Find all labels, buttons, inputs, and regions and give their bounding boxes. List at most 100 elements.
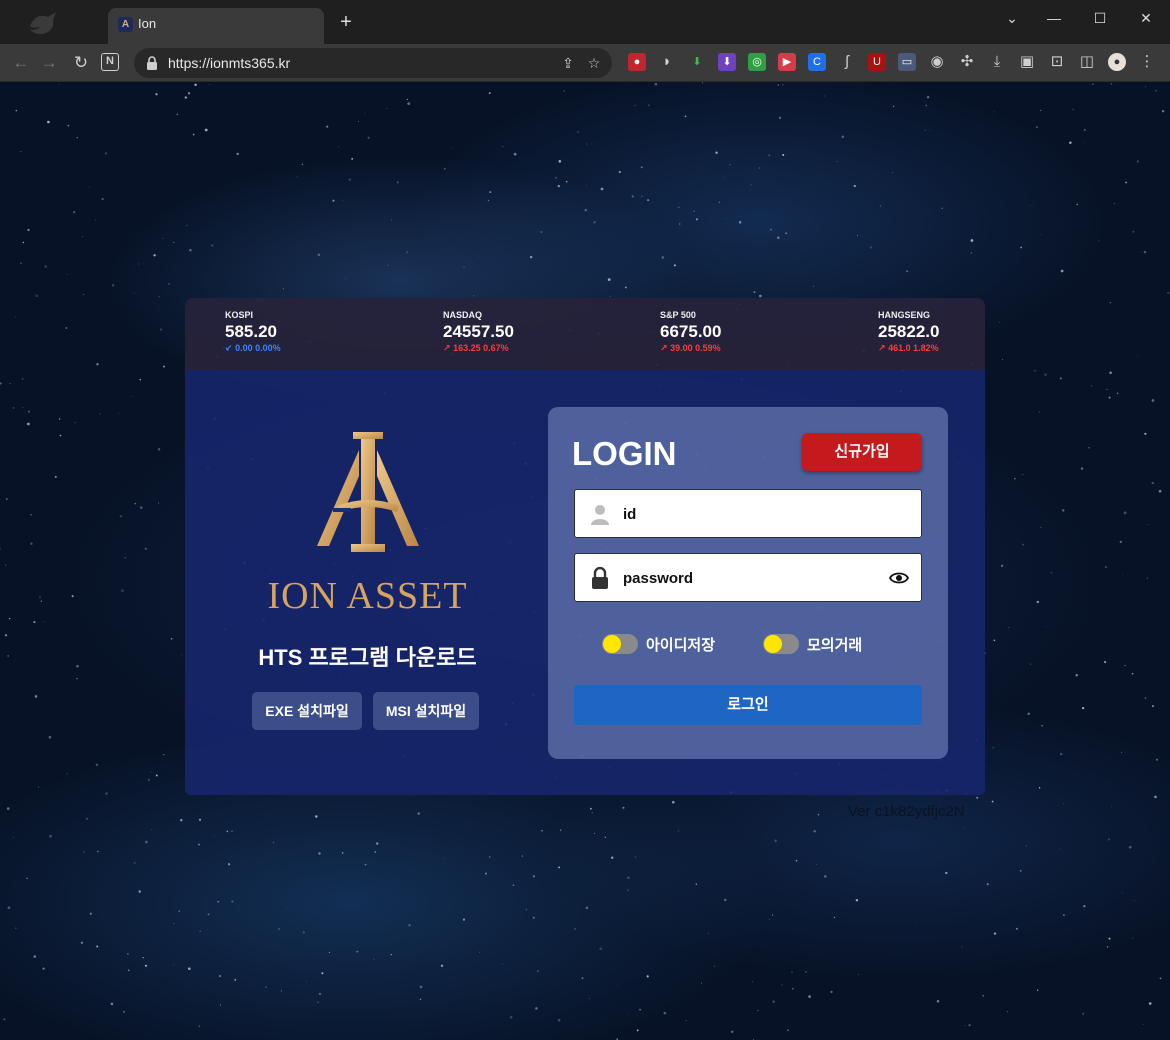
star-dot: [15, 316, 17, 318]
id-field[interactable]: [574, 489, 922, 538]
back-button[interactable]: ←: [8, 50, 34, 76]
login-button[interactable]: 로그인: [574, 685, 922, 725]
eye-icon[interactable]: [889, 568, 909, 588]
reload-button[interactable]: ↻: [68, 50, 94, 76]
star-dot: [97, 850, 99, 853]
extension-red-badge-icon[interactable]: ●: [628, 53, 646, 71]
star-dot: [1151, 705, 1154, 708]
star-dot: [1060, 848, 1061, 850]
star-dot: [993, 639, 996, 642]
star-dot: [311, 997, 313, 999]
video-icon[interactable]: ▣: [1018, 53, 1036, 71]
extension-shield-icon[interactable]: ◗: [658, 53, 676, 71]
star-dot: [373, 958, 375, 960]
downloads-icon[interactable]: ⤓: [988, 53, 1006, 71]
star-dot: [419, 998, 422, 1001]
star-dot: [529, 255, 533, 259]
msi-download-button[interactable]: MSI 설치파일: [373, 692, 479, 730]
extension-c-icon[interactable]: C: [808, 53, 826, 71]
star-dot: [1106, 388, 1108, 391]
extension-download-arrow-icon[interactable]: ⬇: [688, 53, 706, 71]
star-dot: [647, 199, 650, 202]
star-dot: [1146, 577, 1149, 579]
tab-search-chevron-icon[interactable]: ⌄: [998, 8, 1026, 28]
extensions-puzzle-icon[interactable]: ✣: [958, 53, 976, 71]
menu-kebab-icon[interactable]: ⋮: [1138, 53, 1156, 71]
star-dot: [231, 830, 233, 832]
extension-save-icon[interactable]: ⬇: [718, 53, 736, 71]
star-dot: [1061, 509, 1065, 512]
star-dot: [119, 515, 122, 518]
star-dot: [594, 832, 596, 834]
star-dot: [855, 899, 859, 902]
star-dot: [916, 923, 917, 924]
split-view-icon[interactable]: ◫: [1078, 53, 1096, 71]
close-button[interactable]: ✕: [1132, 8, 1160, 28]
star-dot: [589, 807, 592, 810]
forward-button[interactable]: →: [36, 50, 62, 76]
star-dot: [1167, 292, 1169, 294]
bird-icon: [30, 12, 56, 34]
url-text[interactable]: https://ionmts365.kr: [168, 55, 290, 71]
share-icon[interactable]: ⇪: [558, 53, 578, 73]
mock-trade-switch[interactable]: [763, 634, 799, 654]
star-dot: [489, 856, 491, 858]
star-dot: [1144, 86, 1146, 88]
star-dot: [217, 900, 220, 903]
notion-extension-icon[interactable]: N: [101, 53, 119, 71]
star-dot: [785, 232, 788, 235]
star-dot: [738, 221, 742, 224]
maximize-button[interactable]: ☐: [1086, 8, 1114, 28]
star-dot: [1015, 927, 1018, 930]
star-dot: [627, 876, 630, 880]
star-dot: [856, 235, 858, 236]
star-dot: [39, 596, 41, 599]
star-dot: [816, 863, 817, 865]
star-dot: [1022, 473, 1024, 475]
browser-titlebar: A Ion + ⌄ — ☐ ✕: [0, 0, 1170, 44]
star-dot: [724, 176, 726, 178]
star-dot: [646, 975, 649, 978]
star-dot: [1113, 202, 1115, 204]
save-id-switch[interactable]: [602, 634, 638, 654]
star-dot: [627, 1013, 628, 1015]
star-dot: [124, 556, 127, 559]
star-dot: [1059, 377, 1062, 380]
star-dot: [59, 434, 62, 437]
profile-avatar[interactable]: ●: [1108, 53, 1126, 71]
address-bar[interactable]: https://ionmts365.kr ⇪ ☆: [134, 48, 612, 78]
star-dot: [1124, 664, 1126, 667]
camera-icon[interactable]: ◉: [928, 53, 946, 71]
password-input[interactable]: [623, 566, 873, 590]
extension-play-icon[interactable]: ▶: [778, 53, 796, 71]
star-dot: [134, 502, 137, 505]
screenshot-icon[interactable]: ⊡: [1048, 53, 1066, 71]
star-dot: [155, 93, 158, 96]
star-dot: [986, 883, 989, 886]
star-dot: [1059, 752, 1063, 756]
browser-tab[interactable]: A Ion: [108, 8, 324, 44]
exe-download-button[interactable]: EXE 설치파일: [252, 692, 362, 730]
extension-screen-icon[interactable]: ▭: [898, 53, 916, 71]
new-tab-button[interactable]: +: [334, 10, 358, 34]
star-dot: [1109, 301, 1112, 304]
signup-button[interactable]: 신규가입: [802, 433, 922, 471]
minimize-button[interactable]: —: [1040, 8, 1068, 28]
star-dot: [557, 1018, 561, 1022]
star-dot: [610, 856, 614, 859]
star-dot: [759, 294, 762, 298]
extension-script-icon[interactable]: ʃ: [838, 53, 856, 71]
star-dot: [693, 210, 695, 212]
star-dot: [390, 953, 393, 956]
bookmark-star-icon[interactable]: ☆: [584, 53, 604, 73]
password-field[interactable]: [574, 553, 922, 602]
star-dot: [88, 186, 90, 188]
id-input[interactable]: [623, 502, 873, 526]
star-dot: [173, 964, 175, 966]
ublock-icon[interactable]: U: [868, 53, 886, 71]
star-dot: [1033, 369, 1036, 372]
extension-green-circle-icon[interactable]: ◎: [748, 53, 766, 71]
star-dot: [663, 1011, 667, 1015]
star-dot: [85, 817, 88, 820]
star-dot: [178, 910, 180, 912]
